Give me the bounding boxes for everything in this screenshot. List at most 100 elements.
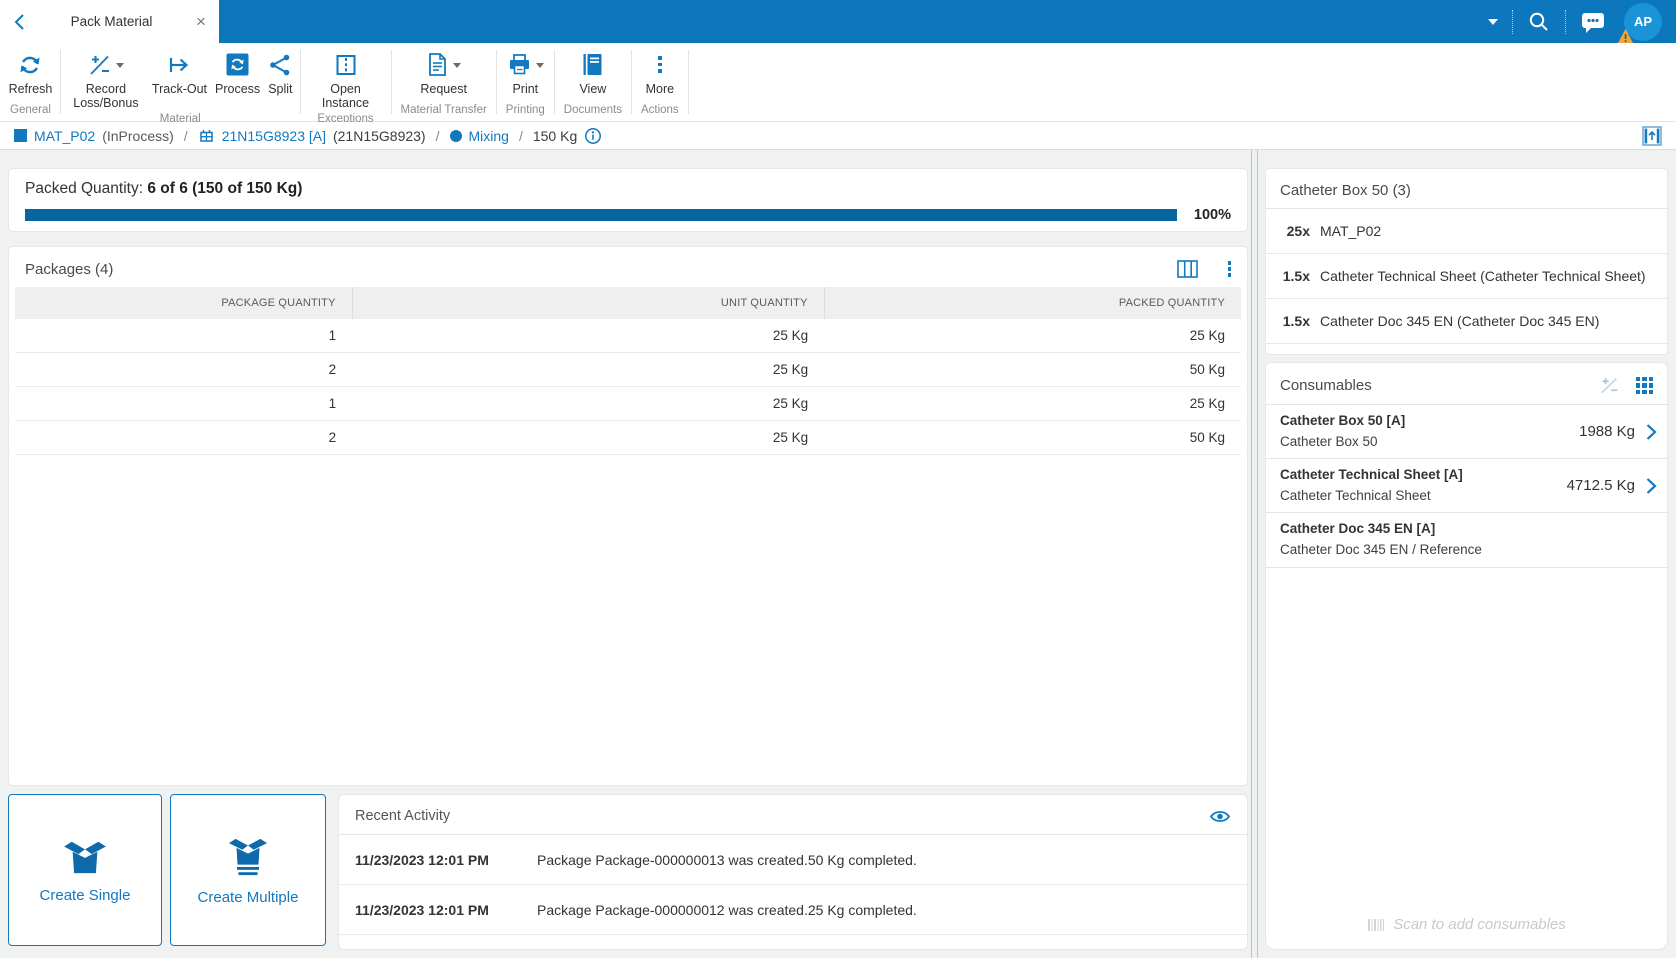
consumable-item[interactable]: Catheter Technical Sheet [A] Catheter Te…	[1266, 459, 1667, 513]
button-label: View	[579, 82, 606, 96]
tab-title: Pack Material	[40, 14, 183, 29]
button-label: Open Instance	[308, 82, 384, 111]
list-item[interactable]: 25x MAT_P02	[1266, 209, 1667, 254]
process-sync-icon	[225, 52, 250, 77]
table-row[interactable]: 2 25 Kg 50 Kg	[15, 353, 1241, 387]
table-row[interactable]: 1 25 Kg 25 Kg	[15, 319, 1241, 353]
consumable-item[interactable]: Catheter Box 50 [A] Catheter Box 50 1988…	[1266, 405, 1667, 459]
chevron-down-icon	[1488, 19, 1498, 25]
chevron-down-icon	[536, 63, 544, 68]
record-loss-bonus-button[interactable]: Record Loss/Bonus	[64, 51, 148, 111]
messages-button[interactable]	[1580, 10, 1606, 34]
button-label: Split	[268, 82, 292, 96]
request-button[interactable]: Request	[416, 51, 471, 96]
chevron-down-icon	[453, 63, 461, 68]
barcode-icon	[1367, 918, 1385, 932]
progress-percent: 100%	[1187, 207, 1231, 223]
chevron-left-icon	[12, 13, 28, 31]
grid-view-icon[interactable]	[1636, 377, 1653, 394]
breadcrumb-separator: /	[433, 128, 443, 144]
plus-minus-icon	[88, 53, 112, 77]
print-button[interactable]: Print	[503, 51, 548, 96]
more-button[interactable]: More	[642, 51, 678, 96]
column-header[interactable]: Packed Quantity	[824, 287, 1241, 319]
cell-packed-quantity: 25 Kg	[824, 319, 1241, 353]
kebab-menu-icon[interactable]	[1228, 261, 1232, 277]
breadcrumb-lot-alt: (21N15G8923)	[333, 128, 426, 144]
bom-title: Catheter Box 50 (3)	[1266, 169, 1667, 209]
scan-hint: Scan to add consumables	[1266, 916, 1667, 933]
breadcrumb-material-link[interactable]: MAT_P02	[34, 128, 95, 144]
recent-activity-panel: Recent Activity 11/23/2023 12:01 PM Pack…	[338, 794, 1248, 950]
page-content: Packed Quantity: 6 of 6 (150 of 150 Kg) …	[0, 150, 1676, 958]
button-label: Track-Out	[152, 82, 207, 96]
packed-quantity-title: Packed Quantity: 6 of 6 (150 of 150 Kg)	[25, 180, 1231, 198]
consumables-title: Consumables	[1280, 377, 1599, 394]
document-icon	[426, 52, 449, 77]
chevron-right-icon[interactable]	[1645, 423, 1657, 441]
open-panel-button[interactable]	[1642, 126, 1662, 146]
ribbon-group-label: Actions	[635, 102, 685, 121]
cell-unit-quantity: 25 Kg	[352, 387, 824, 421]
cell-unit-quantity: 25 Kg	[352, 353, 824, 387]
ribbon-group-general: Refresh General	[4, 43, 57, 121]
cell-unit-quantity: 25 Kg	[352, 421, 824, 455]
table-row[interactable]: 2 25 Kg 50 Kg	[15, 421, 1241, 455]
ribbon-toolbar: Refresh General Record Loss/Bonus	[0, 43, 1676, 122]
column-header[interactable]: Package Quantity	[15, 287, 352, 319]
cell-packed-quantity: 25 Kg	[824, 387, 1241, 421]
column-header[interactable]: Unit Quantity	[352, 287, 824, 319]
activity-message: Package Package-000000013 was created.50…	[537, 852, 917, 868]
bom-item-quantity: 25x	[1280, 223, 1310, 239]
close-tab-icon[interactable]: ×	[183, 12, 219, 32]
breadcrumb: MAT_P02 (InProcess) / 21N15G8923 [A] (21…	[0, 122, 1676, 150]
progress-bar-fill	[25, 209, 1177, 221]
refresh-button[interactable]: Refresh	[5, 51, 57, 96]
avatar[interactable]: AP	[1624, 3, 1662, 41]
boxes-icon	[225, 835, 271, 877]
packed-quantity-panel: Packed Quantity: 6 of 6 (150 of 150 Kg) …	[8, 168, 1248, 232]
consumable-item[interactable]: Catheter Doc 345 EN [A] Catheter Doc 345…	[1266, 513, 1667, 567]
list-item[interactable]: 1.5x Catheter Technical Sheet (Catheter …	[1266, 254, 1667, 299]
ribbon-group-actions: More Actions	[635, 43, 685, 121]
breadcrumb-step-link[interactable]: Mixing	[469, 128, 509, 144]
button-label: Process	[215, 82, 260, 96]
ribbon-group-label: Material Transfer	[395, 102, 493, 121]
eye-icon[interactable]	[1209, 809, 1231, 824]
tab-pack-material[interactable]: Pack Material ×	[0, 0, 219, 43]
list-item[interactable]: 1.5x Catheter Doc 345 EN (Catheter Doc 3…	[1266, 299, 1667, 344]
activity-timestamp: 11/23/2023 12:01 PM	[355, 902, 505, 918]
topbar-divider	[1512, 10, 1513, 34]
panel-splitter[interactable]	[1251, 150, 1258, 958]
open-instance-button[interactable]: Open Instance	[304, 51, 388, 111]
ribbon-divider	[60, 50, 61, 114]
columns-icon[interactable]	[1177, 260, 1198, 278]
table-row[interactable]: 1 25 Kg 25 Kg	[15, 387, 1241, 421]
breadcrumb-material-state: (InProcess)	[102, 128, 174, 144]
track-out-button[interactable]: Track-Out	[148, 51, 211, 96]
adjust-quantity-icon[interactable]	[1599, 376, 1620, 395]
ribbon-group-material-transfer: Request Material Transfer	[395, 43, 493, 121]
scan-hint-text: Scan to add consumables	[1393, 916, 1566, 933]
process-button[interactable]: Process	[211, 51, 264, 96]
recent-activity-title: Recent Activity	[355, 808, 1209, 824]
box-icon	[62, 837, 108, 875]
consumable-quantity: 1988 Kg	[1579, 423, 1635, 440]
packages-panel: Packages (4) Package Quantity Unit Quant…	[8, 246, 1248, 786]
split-button[interactable]: Split	[264, 51, 296, 96]
panel-arrow-up-icon	[1642, 126, 1662, 146]
chevron-right-icon[interactable]	[1645, 477, 1657, 495]
create-single-label: Create Single	[40, 887, 131, 904]
workspace-dropdown-caret[interactable]	[1488, 19, 1498, 25]
create-multiple-button[interactable]: Create Multiple	[170, 794, 326, 946]
breadcrumb-quantity: 150 Kg	[533, 128, 577, 144]
search-button[interactable]	[1527, 10, 1551, 34]
info-icon[interactable]	[584, 127, 602, 145]
material-icon	[14, 129, 27, 142]
breadcrumb-lot-link[interactable]: 21N15G8923 [A]	[222, 128, 326, 144]
back-button[interactable]	[0, 0, 40, 43]
packages-title: Packages (4)	[25, 261, 1177, 278]
view-button[interactable]: View	[575, 51, 610, 96]
avatar-initials: AP	[1634, 14, 1652, 29]
create-single-button[interactable]: Create Single	[8, 794, 162, 946]
